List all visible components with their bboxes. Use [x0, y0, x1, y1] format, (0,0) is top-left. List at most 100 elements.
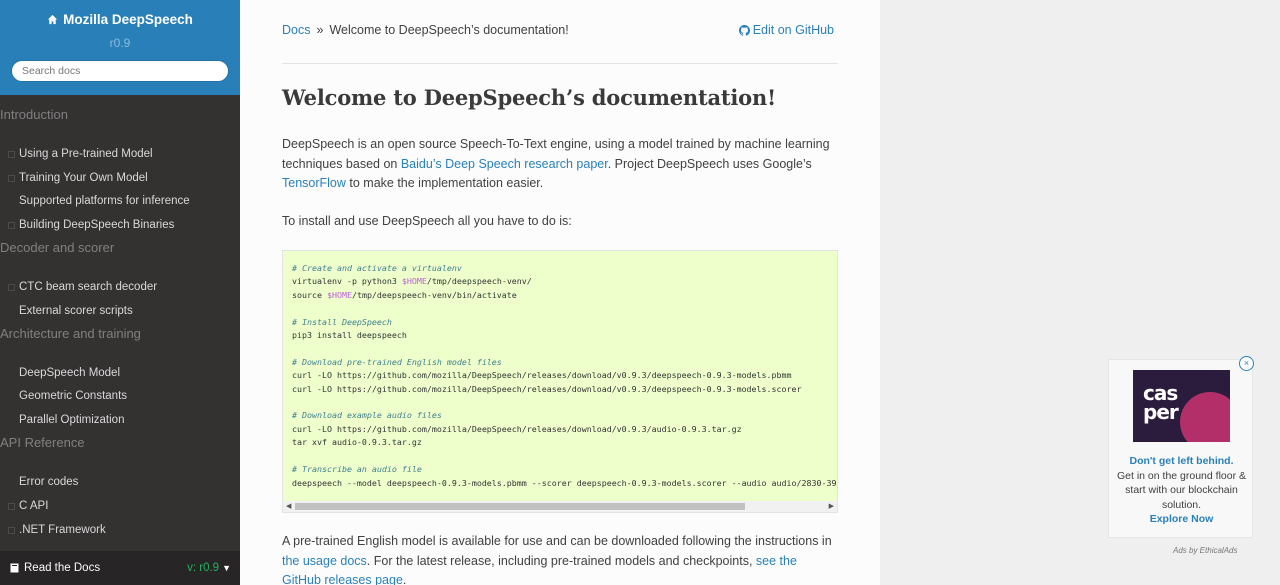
- sidebar-item-label: Training Your Own Model: [19, 172, 148, 184]
- caret-down-icon: ▼: [222, 563, 231, 573]
- code-comment: # Transcribe an audio file: [292, 464, 422, 475]
- ad-body: Get in on the ground floor & start with …: [1117, 469, 1246, 511]
- book-icon: [10, 563, 19, 573]
- scroll-right-icon[interactable]: ▶: [829, 502, 834, 510]
- sidebar-item-label: External scorer scripts: [19, 305, 133, 317]
- sidebar-item-scorer[interactable]: External scorer scripts: [8, 305, 133, 317]
- breadcrumb-separator: »: [316, 23, 324, 37]
- rtd-label-group: Read the Docs: [10, 562, 100, 574]
- sidebar-item-label: Supported platforms for inference: [19, 195, 190, 207]
- usage-text-2: . For the latest release, including pre-…: [366, 553, 756, 568]
- ad-logo: cas per: [1143, 381, 1179, 424]
- ads-by-ethicalads[interactable]: Ads by EthicalAds: [1173, 546, 1237, 555]
- code-variable: $HOME: [401, 276, 427, 287]
- code-comment: # Create and activate a virtualenv: [292, 263, 462, 273]
- caption-architecture: Architecture and training: [0, 326, 141, 341]
- breadcrumb: Docs » Welcome to DeepSpeech’s documenta…: [282, 23, 569, 37]
- code-text: source: [292, 289, 327, 300]
- sidebar-item-label: Using a Pre-trained Model: [19, 148, 153, 160]
- sidebar-header: Mozilla DeepSpeech r0.9: [0, 0, 240, 95]
- sidebar-item-label: CTC beam search decoder: [19, 281, 158, 293]
- code-variable: $HOME: [326, 289, 352, 300]
- code-comment: # Install DeepSpeech: [292, 316, 392, 327]
- version-value: v: r0.9: [187, 562, 220, 574]
- edit-on-github-link[interactable]: Edit on GitHub: [738, 23, 834, 37]
- sidebar-item-training[interactable]: Training Your Own Model: [8, 172, 148, 184]
- expand-icon: [8, 526, 15, 534]
- breadcrumb-docs-link[interactable]: Docs: [282, 23, 310, 37]
- tensorflow-link[interactable]: TensorFlow: [282, 176, 346, 190]
- version-selector[interactable]: v: r0.9 ▼: [187, 562, 231, 574]
- code-text: curl -LO https://github.com/mozilla/Deep…: [292, 423, 742, 434]
- usage-paragraph: A pre-trained English model is available…: [282, 532, 838, 585]
- brand-name: Mozilla DeepSpeech: [63, 12, 193, 27]
- code-text: /tmp/deepspeech-venv/bin/activate: [351, 289, 517, 300]
- caption-decoder: Decoder and scorer: [0, 240, 115, 255]
- sidebar-item-label: Geometric Constants: [19, 390, 128, 402]
- baidu-paper-link[interactable]: Baidu’s Deep Speech research paper: [401, 157, 608, 171]
- code-text: tar xvf audio-0.9.3.tar.gz: [292, 437, 422, 448]
- code-text: curl -LO https://github.com/mozilla/Deep…: [292, 383, 802, 394]
- brand-link[interactable]: Mozilla DeepSpeech: [47, 12, 193, 27]
- code-comment: # Download pre-trained English model fil…: [292, 356, 502, 367]
- sidebar-item-ctc[interactable]: CTC beam search decoder: [8, 281, 157, 293]
- edit-on-github-label: Edit on GitHub: [752, 23, 834, 37]
- close-icon[interactable]: ×: [1239, 356, 1254, 371]
- header-divider: [282, 63, 838, 64]
- code-text: virtualenv -p python3: [292, 276, 402, 287]
- sidebar-item-building[interactable]: Building DeepSpeech Binaries: [8, 219, 174, 231]
- sidebar-item-platforms[interactable]: Supported platforms for inference: [8, 195, 190, 207]
- sidebar-item-dotnet[interactable]: .NET Framework: [8, 524, 106, 536]
- sidebar-item-label: Parallel Optimization: [19, 414, 125, 426]
- intro-text-2: . Project DeepSpeech uses Google’s: [607, 156, 812, 171]
- sidebar: Mozilla DeepSpeech r0.9 Introduction Usi…: [0, 0, 240, 585]
- expand-icon: [8, 174, 15, 182]
- code-comment: # Download example audio files: [292, 410, 442, 421]
- expand-icon: [8, 283, 15, 291]
- version-label: r0.9: [109, 36, 131, 50]
- code-block[interactable]: # Create and activate a virtualenv virtu…: [282, 250, 838, 513]
- caption-api: API Reference: [0, 435, 85, 450]
- code-scrollbar[interactable]: ◀ ▶: [283, 501, 837, 512]
- usage-docs-link[interactable]: the usage docs: [282, 554, 367, 568]
- search-input[interactable]: [11, 60, 229, 82]
- usage-text-3: .: [402, 573, 407, 585]
- code-content: # Create and activate a virtualenv virtu…: [283, 251, 837, 490]
- sidebar-item-model[interactable]: DeepSpeech Model: [8, 367, 120, 379]
- sidebar-item-geometric[interactable]: Geometric Constants: [8, 390, 127, 402]
- caption-introduction: Introduction: [0, 107, 68, 122]
- sidebar-item-label: DeepSpeech Model: [19, 367, 121, 379]
- scrollbar-thumb[interactable]: [295, 503, 745, 510]
- sidebar-item-label: C API: [19, 500, 49, 512]
- rtd-versions-bar[interactable]: Read the Docs v: r0.9 ▼: [0, 551, 240, 585]
- sidebar-item-error-codes[interactable]: Error codes: [8, 476, 78, 488]
- sidebar-item-label: Error codes: [19, 476, 79, 488]
- rtd-label: Read the Docs: [24, 562, 101, 574]
- sidebar-item-using-pretrained[interactable]: Using a Pre-trained Model: [8, 148, 153, 160]
- sidebar-nav: Introduction Using a Pre-trained Model T…: [0, 95, 240, 553]
- expand-icon: [8, 221, 15, 229]
- github-icon: [738, 24, 750, 36]
- code-text: curl -LO https://github.com/mozilla/Deep…: [292, 370, 792, 381]
- ad-image-glow: [1180, 392, 1230, 442]
- ad-image[interactable]: cas per: [1133, 370, 1230, 442]
- ad-cta-link[interactable]: Explore Now: [1117, 512, 1246, 527]
- sidebar-item-parallel[interactable]: Parallel Optimization: [8, 414, 124, 426]
- sidebar-item-c-api[interactable]: C API: [8, 500, 48, 512]
- code-text: deepspeech --model deepspeech-0.9.3-mode…: [292, 477, 838, 488]
- scroll-left-icon[interactable]: ◀: [286, 502, 291, 510]
- ad-headline[interactable]: Don't get left behind.: [1117, 454, 1246, 469]
- expand-icon: [8, 150, 15, 158]
- page-title: Welcome to DeepSpeech’s documentation!: [282, 85, 777, 110]
- ad-text: Don't get left behind. Get in on the gro…: [1117, 454, 1246, 527]
- ethical-ad[interactable]: cas per Don't get left behind. Get in on…: [1108, 359, 1253, 538]
- home-icon: [48, 14, 58, 25]
- main-content: Docs » Welcome to DeepSpeech’s documenta…: [240, 0, 880, 585]
- code-text: pip3 install deepspeech: [292, 330, 407, 341]
- install-paragraph: To install and use DeepSpeech all you ha…: [282, 214, 572, 228]
- sidebar-item-label: .NET Framework: [19, 524, 106, 536]
- sidebar-item-label: Building DeepSpeech Binaries: [19, 219, 175, 231]
- intro-text-3: to make the implementation easier.: [345, 176, 544, 190]
- intro-paragraph: DeepSpeech is an open source Speech-To-T…: [282, 135, 838, 194]
- breadcrumb-current: Welcome to DeepSpeech’s documentation!: [329, 23, 569, 37]
